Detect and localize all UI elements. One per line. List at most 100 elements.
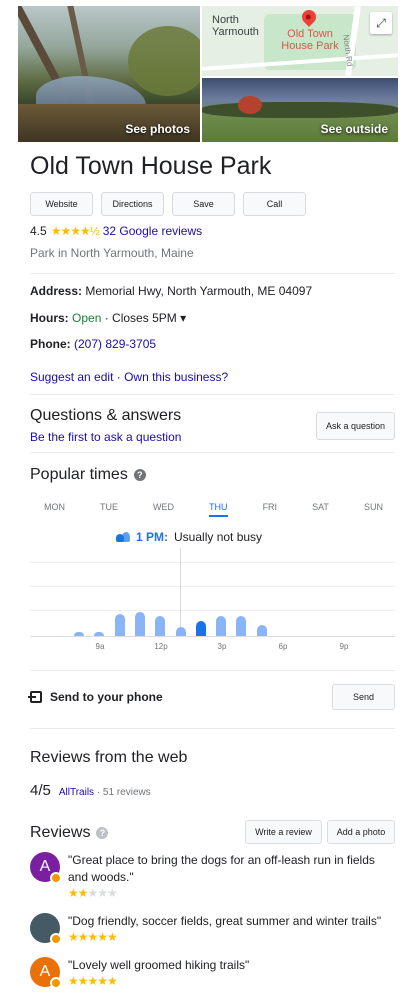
park-photo[interactable]: See photos xyxy=(18,6,200,142)
write-review-button[interactable]: Write a review xyxy=(245,820,322,844)
first-question-link[interactable]: Be the first to ask a question xyxy=(30,430,181,444)
avatar-letter: A xyxy=(39,963,51,980)
map-town-label: North Yarmouth xyxy=(212,14,259,38)
review-text: "Dog friendly, soccer fields, great summ… xyxy=(68,914,382,928)
avatar xyxy=(30,913,62,945)
avatar: A xyxy=(30,957,62,989)
divider xyxy=(30,670,395,671)
hours-label: Hours: xyxy=(30,311,69,325)
tick-label: 6p xyxy=(278,642,288,651)
review-item[interactable]: A "Great place to bring the dogs for an … xyxy=(30,852,393,900)
address-value: Memorial Hwy, North Yarmouth, ME 04097 xyxy=(85,284,313,298)
popular-times-bar[interactable] xyxy=(216,616,227,636)
day-tabs: MON TUE WED THU FRI SAT SUN xyxy=(30,502,395,517)
help-icon[interactable]: ? xyxy=(133,468,146,481)
hours-detail: · Closes 5PM xyxy=(104,311,177,325)
grid-line xyxy=(30,610,395,611)
place-title: Old Town House Park xyxy=(30,152,272,180)
send-to-phone-icon xyxy=(28,691,42,703)
send-to-phone-row: Send to your phone xyxy=(28,690,163,704)
avatar: A xyxy=(30,852,62,884)
tick-label: 12p xyxy=(154,642,168,651)
map-thumbnail[interactable]: North Yarmouth Old Town House Park North… xyxy=(202,6,398,76)
avatar-letter: A xyxy=(39,858,51,875)
directions-button[interactable]: Directions xyxy=(101,192,164,216)
website-button[interactable]: Website xyxy=(30,192,93,216)
red-tree xyxy=(238,96,262,114)
phone-label: Phone: xyxy=(30,337,71,351)
tab-thu[interactable]: THU xyxy=(209,502,228,517)
popular-times-bar[interactable] xyxy=(134,611,145,636)
divider xyxy=(30,728,395,729)
rating-summary: 4.5 ★★★★½ 32 Google reviews xyxy=(30,224,202,238)
alltrails-link[interactable]: AllTrails xyxy=(59,787,94,798)
divider xyxy=(30,452,395,453)
tree-line xyxy=(202,102,398,118)
chart-baseline xyxy=(30,636,395,637)
popular-times-bar[interactable] xyxy=(175,627,186,636)
call-button[interactable]: Call xyxy=(243,192,306,216)
send-label: Send to your phone xyxy=(50,690,163,704)
divider xyxy=(30,273,395,274)
tab-mon[interactable]: MON xyxy=(44,502,65,517)
tick-label: 9p xyxy=(339,642,349,651)
action-buttons: Website Directions Save Call xyxy=(30,192,306,216)
expand-icon[interactable]: ⤢ xyxy=(370,12,392,34)
place-category: Park in North Yarmouth, Maine xyxy=(30,246,194,260)
tab-wed[interactable]: WED xyxy=(153,502,174,517)
web-source: AllTrails · 51 reviews xyxy=(59,787,151,798)
grid-line xyxy=(30,586,395,587)
web-reviews-title: Reviews from the web xyxy=(30,749,188,766)
link-separator: · xyxy=(116,370,121,384)
chevron-down-icon[interactable]: ▾ xyxy=(180,311,186,325)
ask-question-button[interactable]: Ask a question xyxy=(316,412,395,440)
popular-times-bar[interactable] xyxy=(256,625,267,636)
phone-link[interactable]: (207) 829-3705 xyxy=(74,337,156,351)
see-outside-link[interactable]: See outside xyxy=(321,122,388,136)
popular-times-header: Popular times? xyxy=(30,466,146,484)
live-busyness: 1 PM: Usually not busy xyxy=(116,530,262,544)
review-stars: ★★★★★ xyxy=(68,974,393,988)
add-photo-button[interactable]: Add a photo xyxy=(327,820,395,844)
popular-times-bar[interactable] xyxy=(236,616,247,636)
stars-empty: ★★★ xyxy=(87,886,118,900)
map-park-label: Old Town House Park xyxy=(281,28,339,52)
save-button[interactable]: Save xyxy=(172,192,235,216)
rating-value: 4.5 xyxy=(30,224,47,238)
hours-status: Open xyxy=(72,311,102,325)
popular-times-bar[interactable] xyxy=(94,631,105,636)
popular-times-bar[interactable] xyxy=(155,616,166,636)
help-icon[interactable]: ? xyxy=(96,826,109,839)
tab-fri[interactable]: FRI xyxy=(263,502,278,517)
google-reviews-link[interactable]: 32 Google reviews xyxy=(103,224,202,238)
street-view-photo[interactable]: See outside xyxy=(202,78,398,142)
own-business-link[interactable]: Own this business? xyxy=(124,370,228,384)
local-guide-badge-icon xyxy=(50,933,62,945)
web-review-count: · 51 reviews xyxy=(96,787,151,798)
web-rating: 4/5 AllTrails · 51 reviews xyxy=(30,782,151,799)
tab-sun[interactable]: SUN xyxy=(364,502,383,517)
popular-times-bar[interactable] xyxy=(195,620,206,636)
popular-times-chart: 9a 12p 3p 6p 9p xyxy=(30,548,395,658)
hours-row[interactable]: Hours: Open · Closes 5PM ▾ xyxy=(30,311,186,325)
popular-times-bar[interactable] xyxy=(74,631,84,636)
edit-links: Suggest an edit · Own this business? xyxy=(30,370,228,384)
now-marker-line xyxy=(180,548,181,636)
send-button[interactable]: Send xyxy=(332,684,395,710)
current-time: 1 PM: xyxy=(136,530,169,544)
hero-media: See photos North Yarmouth Old Town House… xyxy=(18,6,398,142)
stars-filled: ★★★★★ xyxy=(68,930,118,944)
popular-times-title: Popular times xyxy=(30,466,128,483)
popular-times-bar[interactable] xyxy=(114,614,125,636)
see-photos-link[interactable]: See photos xyxy=(125,122,190,136)
suggest-edit-link[interactable]: Suggest an edit xyxy=(30,370,113,384)
tick-label: 9a xyxy=(95,642,105,651)
stars-filled: ★★ xyxy=(68,886,88,900)
review-item[interactable]: "Dog friendly, soccer fields, great summ… xyxy=(30,913,393,945)
tab-sat[interactable]: SAT xyxy=(312,502,329,517)
web-score: 4/5 xyxy=(30,782,51,799)
tab-tue[interactable]: TUE xyxy=(100,502,118,517)
review-item[interactable]: A "Lovely well groomed hiking trails" ★★… xyxy=(30,957,393,989)
reviews-header: Reviews? xyxy=(30,824,109,842)
local-guide-badge-icon xyxy=(50,872,62,884)
